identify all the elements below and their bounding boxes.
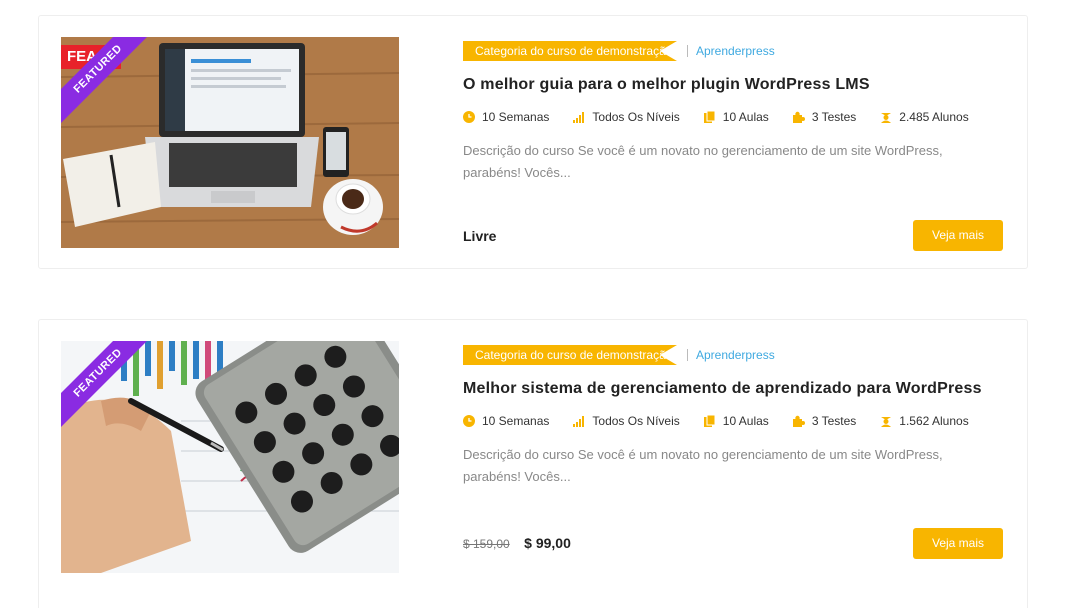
featured-ribbon: FEATURED [61, 37, 147, 123]
featured-label: FEATURED [61, 341, 147, 427]
meta-duration: 10 Semanas [463, 110, 549, 124]
lessons-text: 10 Aulas [722, 414, 769, 428]
price-original: $ 159,00 [463, 536, 510, 551]
featured-label: FEATURED [61, 37, 147, 123]
meta-students: 1.562 Alunos [880, 414, 969, 428]
course-description: Descrição do curso Se você é um novato n… [463, 447, 943, 484]
quizzes-text: 3 Testes [811, 414, 857, 428]
student-icon [881, 113, 892, 123]
course-title[interactable]: O melhor guia para o melhor plugin WordP… [463, 76, 1003, 94]
course-info: Categoria do curso de demonstração Apren… [463, 40, 1003, 272]
course-description: Descrição do curso Se você é um novato n… [463, 143, 943, 180]
clock-icon [463, 415, 475, 427]
level-text: Todos Os Níveis [592, 110, 680, 124]
copy-icon [703, 415, 716, 427]
view-more-button[interactable]: Veja mais [913, 220, 1003, 251]
course-card: FEA FEATURED Categoria do curso de demon… [38, 15, 1028, 269]
students-text: 1.562 Alunos [899, 414, 969, 428]
lessons-text: 10 Aulas [722, 110, 769, 124]
clock-icon [463, 111, 475, 123]
meta-level: Todos Os Níveis [573, 414, 680, 428]
quizzes-text: 3 Testes [811, 110, 857, 124]
price-sale: $ 99,00 [524, 534, 571, 551]
meta-students: 2.485 Alunos [880, 110, 969, 124]
meta-level: Todos Os Níveis [573, 110, 680, 124]
price-block: $ 159,00 $ 99,00 [463, 535, 571, 553]
meta-quizzes: 3 Testes [792, 414, 857, 428]
separator [687, 349, 688, 361]
meta-duration: 10 Semanas [463, 414, 549, 428]
puzzle-icon [792, 111, 805, 123]
signal-bars-icon [573, 416, 585, 427]
duration-text: 10 Semanas [482, 414, 550, 428]
student-icon [881, 417, 892, 427]
students-text: 2.485 Alunos [899, 110, 969, 124]
separator [687, 45, 688, 57]
category-row: Categoria do curso de demonstração Apren… [463, 40, 1003, 62]
course-thumbnail-calculator[interactable]: FEATURED [61, 341, 399, 573]
course-footer: Livre Veja mais [463, 220, 1003, 251]
featured-ribbon: FEATURED [61, 341, 147, 427]
meta-lessons: 10 Aulas [703, 110, 769, 124]
signal-bars-icon [573, 112, 585, 123]
puzzle-icon [792, 415, 805, 427]
price-free: Livre [463, 227, 497, 244]
level-text: Todos Os Níveis [592, 414, 680, 428]
duration-text: 10 Semanas [482, 110, 550, 124]
category-badge[interactable]: Categoria do curso de demonstração [463, 345, 677, 365]
course-card: FEATURED Categoria do curso de demonstra… [38, 319, 1028, 608]
course-thumbnail-laptop[interactable]: FEA FEATURED [61, 37, 399, 248]
author-link[interactable]: Aprenderpress [696, 348, 775, 362]
category-row: Categoria do curso de demonstração Apren… [463, 344, 1003, 366]
category-badge[interactable]: Categoria do curso de demonstração [463, 41, 677, 61]
course-footer: $ 159,00 $ 99,00 Veja mais [463, 528, 1003, 559]
course-meta: 10 Semanas Todos Os Níveis 10 Aulas 3 Te… [463, 110, 1003, 124]
meta-quizzes: 3 Testes [792, 110, 857, 124]
meta-lessons: 10 Aulas [703, 414, 769, 428]
author-link[interactable]: Aprenderpress [696, 44, 775, 58]
copy-icon [703, 111, 716, 123]
course-meta: 10 Semanas Todos Os Níveis 10 Aulas 3 Te… [463, 414, 1003, 428]
course-info: Categoria do curso de demonstração Apren… [463, 344, 1003, 576]
view-more-button[interactable]: Veja mais [913, 528, 1003, 559]
course-title[interactable]: Melhor sistema de gerenciamento de apren… [463, 380, 1003, 398]
